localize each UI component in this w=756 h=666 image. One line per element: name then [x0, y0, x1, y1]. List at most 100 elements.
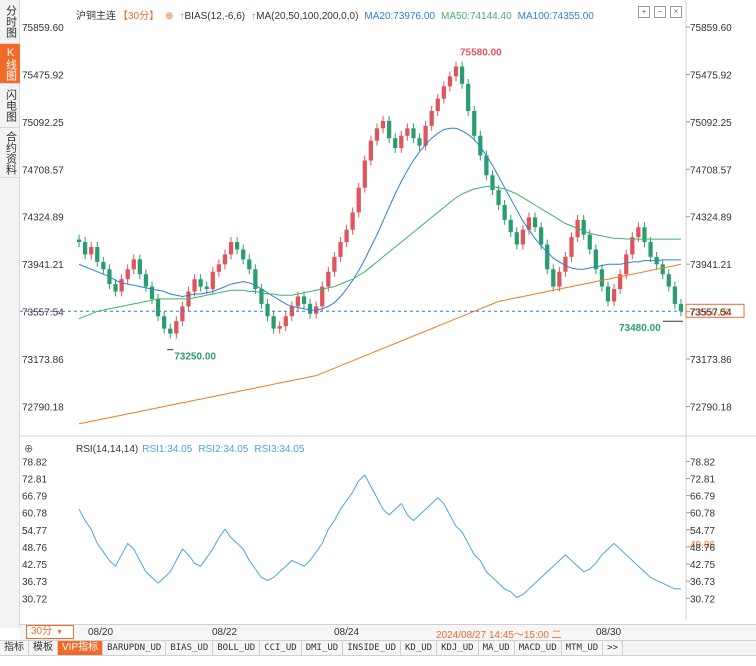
candle-body — [581, 219, 586, 235]
rsi-tick-label: 30.72 — [690, 594, 715, 605]
candle-body — [666, 274, 671, 287]
cursor-time-label: 2024/08/27 14:45～15:00 二 — [436, 630, 562, 641]
candle-body — [277, 326, 282, 329]
candle-body — [350, 212, 355, 230]
candle-body — [174, 321, 179, 334]
ma50-value: MA50:74144.40 — [441, 11, 512, 22]
indicator-tab-14[interactable]: >> — [603, 641, 623, 655]
tab-intraday[interactable]: 分时图 — [0, 0, 20, 44]
candle-body — [386, 120, 392, 139]
indicator-tab-7[interactable]: DMI_UD — [302, 641, 344, 655]
candle-body — [502, 204, 507, 220]
indicator-tab-13[interactable]: MTM_UD — [562, 641, 604, 655]
indicator-arrow-icon: ↑ — [179, 11, 185, 22]
ma20-value: MA20:73976.00 — [364, 11, 436, 22]
rsi-tick-label-left: 30.72 — [22, 594, 47, 605]
date-label-0822: 08/22 — [212, 627, 238, 638]
price-tick-label-left: 75859.60 — [22, 23, 64, 34]
tab-kline[interactable]: K线图 — [0, 44, 20, 84]
indicator-tab-6[interactable]: CCI_UD — [260, 641, 302, 655]
candle-body — [168, 328, 173, 334]
last-low-label: 73480.00 — [619, 323, 661, 334]
candle-body — [137, 259, 142, 275]
candle-body — [295, 296, 301, 307]
zoom-in-icon[interactable]: + — [638, 6, 650, 18]
rsi-tick-label: 42.75 — [690, 560, 715, 571]
candle-body — [642, 227, 647, 243]
rsi-tick-label: 48.76 — [690, 543, 715, 554]
candle-body — [210, 271, 215, 290]
candle-body — [490, 175, 495, 191]
symbol-title: 沪铜主连 — [76, 11, 116, 22]
price-tick-label-left: 73941.21 — [22, 260, 64, 271]
candle-body — [301, 296, 307, 304]
candle-body — [405, 128, 410, 136]
candle-body — [131, 259, 136, 270]
rsi-tick-label-left: 36.73 — [22, 577, 47, 588]
candle-body — [332, 256, 337, 272]
date-label-0830: 08/30 — [596, 627, 622, 638]
indicator-tab-3[interactable]: BARUPDN_UD — [103, 641, 167, 655]
candle-body — [216, 264, 222, 272]
indicator-tab-0[interactable]: 指标 — [0, 641, 29, 655]
tab-lightning[interactable]: 闪电图 — [0, 84, 20, 128]
candle-body — [660, 264, 665, 275]
candle-body — [472, 111, 477, 136]
rsi-tick-label: 60.78 — [690, 509, 715, 520]
candle-body — [435, 98, 440, 112]
candle-body — [441, 86, 446, 99]
candle-body — [557, 271, 562, 287]
settings-icon[interactable]: ⊕ — [165, 11, 173, 22]
candle-body — [648, 242, 653, 257]
high-price-label: 75580.00 — [460, 48, 502, 59]
indicator-tab-11[interactable]: MA_UD — [479, 641, 515, 655]
indicator-tab-4[interactable]: BIAS_UD — [166, 641, 214, 655]
indicator-tab-8[interactable]: INSIDE_UD — [343, 641, 401, 655]
rsi-tick-label-left: 54.77 — [22, 526, 47, 537]
candle-body — [101, 261, 106, 270]
indicator-tab-bar: 指标 模板 VIP指标 BARUPDN_UD BIAS_UD BOLL_UD CCI_UD D… — [0, 640, 756, 656]
rsi-settings-icon[interactable]: ⊕ — [24, 442, 33, 455]
indicator-tab-10[interactable]: KDJ_UD — [437, 641, 479, 655]
candle-body — [496, 190, 501, 205]
kline-chart[interactable]: 73560.0075580.0073250.0073480.00 49.86 7… — [20, 0, 756, 624]
indicator-tab-12[interactable]: MACD_UD — [515, 641, 562, 655]
candle-body — [459, 66, 465, 84]
rsi-tick-label: 54.77 — [690, 526, 715, 537]
candle-body — [356, 187, 361, 213]
indicator-tab-1[interactable]: 模板 — [29, 641, 58, 655]
candle-body — [532, 217, 538, 228]
rsi-tick-label-left: 48.76 — [22, 543, 47, 554]
price-tick-label-left: 72790.18 — [22, 402, 64, 413]
candle-body — [605, 286, 611, 302]
ma100-value: MA100:74355.00 — [517, 11, 594, 22]
price-tick-label: 74324.89 — [690, 213, 732, 224]
close-icon[interactable]: × — [670, 6, 682, 18]
price-tick-label-left: 74324.89 — [22, 213, 64, 224]
candle-body — [374, 128, 380, 141]
tab-contract-info[interactable]: 合约资料 — [0, 128, 20, 178]
ma-label: MA(20,50,100,200,0,0) — [256, 11, 359, 22]
rsi2-value: RSI2:34.05 — [198, 444, 249, 455]
candle-body — [514, 232, 519, 245]
candle-body — [678, 303, 684, 312]
indicator-tab-9[interactable]: KD_UD — [401, 641, 438, 655]
date-axis-bar — [20, 624, 756, 640]
indicator-tab-2[interactable]: VIP指标 — [58, 641, 104, 655]
zoom-out-icon[interactable]: − — [654, 6, 666, 18]
period-selector[interactable]: 30分 ▼ — [26, 625, 74, 639]
candle-body — [204, 286, 209, 290]
candle-body — [241, 249, 246, 260]
candle-body — [429, 111, 434, 126]
indicator-tab-5[interactable]: BOLL_UD — [213, 641, 261, 655]
rsi-name: RSI(14,14,14) — [76, 444, 139, 455]
price-tick-label-left: 75475.92 — [22, 70, 64, 81]
candle-body — [180, 306, 185, 322]
candle-body — [587, 234, 592, 250]
candle-body — [228, 242, 234, 255]
rsi-tick-label-left: 66.79 — [22, 492, 47, 503]
price-tick-label: 75475.92 — [690, 70, 732, 81]
candle-body — [368, 140, 374, 161]
price-tick-label-left: 73173.86 — [22, 355, 64, 366]
candle-body — [222, 254, 228, 265]
